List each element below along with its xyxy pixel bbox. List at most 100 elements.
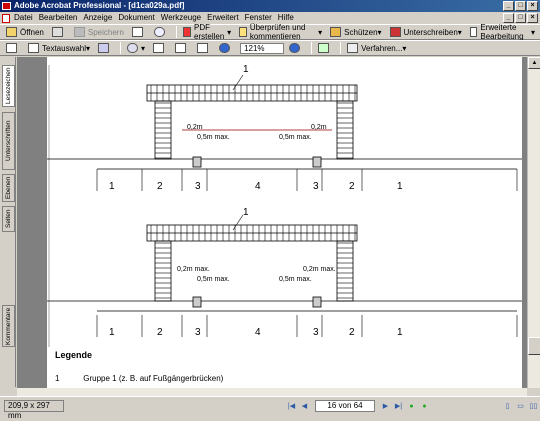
procedures-button[interactable]: Verfahren... ▾ [344,41,409,55]
legend-row: 1 Gruppe 1 (z. B. auf Fußgängerbrücken) [55,374,223,383]
tab-pages[interactable]: Seiten [2,206,15,232]
label-bot-left-b: 0,5m max. [197,276,230,283]
doc-restore-button[interactable]: □ [515,13,526,23]
save-button[interactable]: Speichern [71,25,127,39]
zone-bot-4: 4 [255,327,261,338]
legend-number: 1 [55,374,60,383]
zone-bot-2b: 2 [349,327,355,338]
zone-bot-1: 1 [109,327,115,338]
label-bot-left-a: 0,2m max. [177,266,210,273]
minimize-button[interactable]: _ [503,1,514,11]
menu-datei[interactable]: Datei [14,12,33,24]
rotate-icon [318,43,330,53]
continuous-button[interactable]: ▭ [515,401,526,412]
label-top-left-a: 0,2m [187,124,203,131]
folder-icon [6,27,17,37]
go-back-button[interactable]: ● [406,401,417,412]
tab-layers[interactable]: Ebenen [2,174,15,202]
text-select-button[interactable]: Textauswahl ▾ [25,41,93,55]
next-page-button[interactable]: ▶ [380,401,391,412]
rotate-button[interactable] [315,41,335,55]
menu-dokument[interactable]: Dokument [118,12,154,24]
page-icon [153,43,165,53]
label-bot-right-a: 0,5m max. [279,276,312,283]
go-forward-button[interactable]: ● [419,401,430,412]
title-bar: Adobe Acrobat Professional - [d1ca029a.p… [0,0,540,12]
minus-icon [219,43,231,53]
zone-top-2: 2 [157,181,163,192]
vertical-scrollbar[interactable]: ▲ [527,57,540,388]
zoom-tool-button[interactable]: ▾ [124,41,148,55]
tab-bookmarks[interactable]: Lesezeichen [2,65,15,107]
print-icon [51,27,63,37]
legend-title: Legende [55,350,93,360]
bottom-bridge-diagram [47,224,522,312]
zone-top-1b: 1 [397,181,403,192]
zone-bot-3b: 3 [313,327,319,338]
fit-page-icon [175,43,187,53]
scroll-thumb[interactable] [528,337,540,355]
text-cursor-icon [28,43,39,53]
page-size-display: 209,9 x 297 mm [4,400,64,420]
page-number-input[interactable]: 16 von 64 [315,400,375,412]
protect-button[interactable]: Schützen ▾ [327,25,384,39]
email-button[interactable] [129,25,149,39]
zone-top-2b: 2 [349,181,355,192]
maximize-button[interactable]: □ [515,1,526,11]
menu-bearbeiten[interactable]: Bearbeiten [39,12,78,24]
grid-icon [347,43,359,53]
close-button[interactable]: × [527,1,538,11]
doc-minimize-button[interactable]: _ [503,13,514,23]
callout-top: 1 [243,64,249,75]
print-button[interactable] [49,25,69,39]
menu-anzeige[interactable]: Anzeige [83,12,112,24]
label-top-right-a: 0,5m max. [279,134,312,141]
actual-size-button[interactable] [150,41,170,55]
window-title: Adobe Acrobat Professional - [d1ca029a.p… [14,1,185,10]
zone-top-1: 1 [109,181,115,192]
zone-bot-1b: 1 [397,327,403,338]
fit-width-icon [197,43,209,53]
first-page-button[interactable]: |◀ [286,401,297,412]
label-top-left-b: 0,5m max. [197,134,230,141]
mail-icon [131,27,143,37]
zoom-out-button[interactable] [216,41,236,55]
prev-page-button[interactable]: ◀ [299,401,310,412]
last-page-button[interactable]: ▶| [393,401,404,412]
horizontal-scroll-area [17,388,527,396]
document-icon [2,13,10,23]
tab-comments[interactable]: Kommentare [2,305,15,347]
bridge-drawing: 1 1 0,2m 0,5m max. 0,5m max. 0,2m 0,2m m… [47,64,522,347]
scroll-up-button[interactable]: ▲ [528,57,540,69]
zone-top-3b: 3 [313,181,319,192]
snapshot-button[interactable] [95,41,115,55]
status-bar: 209,9 x 297 mm |◀ ◀ 16 von 64 ▶ ▶| ● ● ▯… [0,396,540,420]
pdf-icon [182,27,192,37]
facing-button[interactable]: ▯▯ [528,401,539,412]
top-bridge-diagram [47,84,522,170]
label-bot-right-b: 0,2m max. [303,266,336,273]
open-button[interactable]: Öffnen [3,25,47,39]
single-page-button[interactable]: ▯ [502,401,513,412]
hand-tool-button[interactable] [3,41,23,55]
zone-bot-2: 2 [157,327,163,338]
document-view[interactable]: 1 1 0,2m 0,5m max. 0,5m max. 0,2m 0,2m m… [17,57,527,388]
create-pdf-button[interactable]: PDF erstellen ▾ [180,23,234,41]
acrobat-app-icon [2,2,11,10]
search-button[interactable] [151,25,171,39]
fit-page-button[interactable] [172,41,192,55]
navigation-panel-tabs: Lesezeichen Unterschriften Ebenen Seiten… [0,57,16,387]
cursor-icon [469,27,478,37]
toolbar-tasks: Öffnen Speichern PDF erstellen ▾ Überprü… [0,23,540,41]
doc-close-button[interactable]: × [527,13,538,23]
legend-text: Gruppe 1 (z. B. auf Fußgängerbrücken) [83,374,224,383]
advanced-edit-button[interactable]: Erweiterte Bearbeitung ▾ [467,23,538,41]
zoom-in-button[interactable] [286,41,306,55]
review-button[interactable]: Überprüfen und kommentieren ▾ [236,23,325,41]
tab-signatures[interactable]: Unterschriften [2,112,15,170]
sign-button[interactable]: Unterschreiben ▾ [387,25,465,39]
fit-width-button[interactable] [194,41,214,55]
hand-icon [6,43,17,53]
zoom-input[interactable]: 121% [240,42,285,54]
pen-icon [389,27,401,37]
